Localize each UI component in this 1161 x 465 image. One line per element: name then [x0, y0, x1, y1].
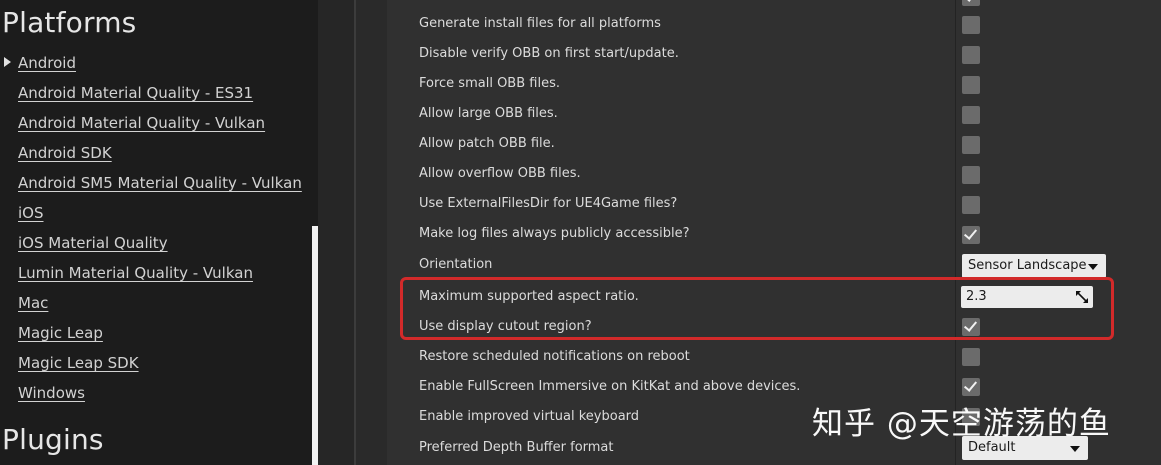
sidebar-item-android[interactable]: Android: [18, 54, 76, 72]
setting-checkbox[interactable]: [962, 46, 980, 64]
expand-arrow-icon[interactable]: [4, 57, 11, 67]
drag-resize-icon[interactable]: [1076, 291, 1088, 303]
settings-gutter: [356, 0, 387, 465]
plugins-heading: Plugins: [2, 423, 104, 456]
setting-checkbox[interactable]: [962, 106, 980, 124]
setting-label: Use display cutout region?: [419, 319, 592, 334]
display-cutout-checkbox[interactable]: [962, 318, 980, 336]
setting-checkbox[interactable]: [962, 196, 980, 214]
sidebar-item-magic-leap-sdk[interactable]: Magic Leap SDK: [18, 354, 139, 372]
aspect-ratio-value: 2.3: [966, 289, 987, 304]
setting-label: Force small OBB files.: [419, 76, 560, 91]
setting-label: Restore scheduled notifications on reboo…: [419, 349, 690, 364]
setting-checkbox[interactable]: [962, 348, 980, 366]
setting-label: Make log files always publicly accessibl…: [419, 226, 690, 241]
setting-label: Disable verify OBB on first start/update…: [419, 46, 679, 61]
watermark-text: 知乎 @天空游荡的鱼: [812, 406, 1111, 442]
platforms-sidebar: Platforms Android Android Material Quali…: [0, 0, 318, 465]
setting-label: Use ExternalFilesDir for UE4Game files?: [419, 196, 678, 211]
setting-label: Allow overflow OBB files.: [419, 166, 581, 181]
chevron-down-icon: [1088, 264, 1098, 270]
orientation-dropdown-value: Sensor Landscape: [968, 258, 1087, 273]
setting-label: Preferred Depth Buffer format: [419, 440, 614, 455]
sidebar-item-ios-material-quality[interactable]: iOS Material Quality: [18, 234, 168, 252]
platforms-heading: Platforms: [2, 6, 137, 39]
setting-label: Allow patch OBB file.: [419, 136, 555, 151]
sidebar-item-magic-leap[interactable]: Magic Leap: [18, 324, 103, 342]
orientation-dropdown[interactable]: Sensor Landscape: [962, 254, 1106, 278]
sidebar-item-android-sdk[interactable]: Android SDK: [18, 144, 112, 162]
sidebar-item-android-material-es31[interactable]: Android Material Quality - ES31: [18, 84, 253, 102]
setting-checkbox-checked[interactable]: [962, 226, 980, 244]
setting-label: Maximum supported aspect ratio.: [419, 289, 639, 304]
sidebar-item-android-sm5-vulkan[interactable]: Android SM5 Material Quality - Vulkan: [18, 174, 302, 192]
sidebar-item-android-material-vulkan[interactable]: Android Material Quality - Vulkan: [18, 114, 265, 132]
panel-divider[interactable]: [318, 0, 355, 465]
setting-checkbox[interactable]: [962, 76, 980, 94]
setting-label: Enable FullScreen Immersive on KitKat an…: [419, 379, 801, 394]
sidebar-item-mac[interactable]: Mac: [18, 294, 48, 312]
setting-checkbox[interactable]: [962, 136, 980, 154]
sidebar-item-windows[interactable]: Windows: [18, 384, 85, 402]
aspect-ratio-input[interactable]: 2.3: [961, 286, 1093, 308]
settings-panel: Generate install files for all platforms…: [356, 0, 1161, 465]
value-column-separator: [955, 0, 956, 465]
setting-label: Generate install files for all platforms: [419, 16, 661, 31]
setting-checkbox[interactable]: [962, 166, 980, 184]
checkbox-partial-top[interactable]: [962, 0, 980, 6]
setting-label: Orientation: [419, 257, 493, 272]
setting-checkbox[interactable]: [962, 16, 980, 34]
setting-label: Enable improved virtual keyboard: [419, 409, 640, 424]
sidebar-item-ios[interactable]: iOS: [18, 204, 44, 222]
setting-checkbox-checked[interactable]: [962, 378, 980, 396]
chevron-down-icon: [1070, 446, 1080, 452]
sidebar-item-lumin-material-vulkan[interactable]: Lumin Material Quality - Vulkan: [18, 264, 253, 282]
setting-label: Allow large OBB files.: [419, 106, 558, 121]
